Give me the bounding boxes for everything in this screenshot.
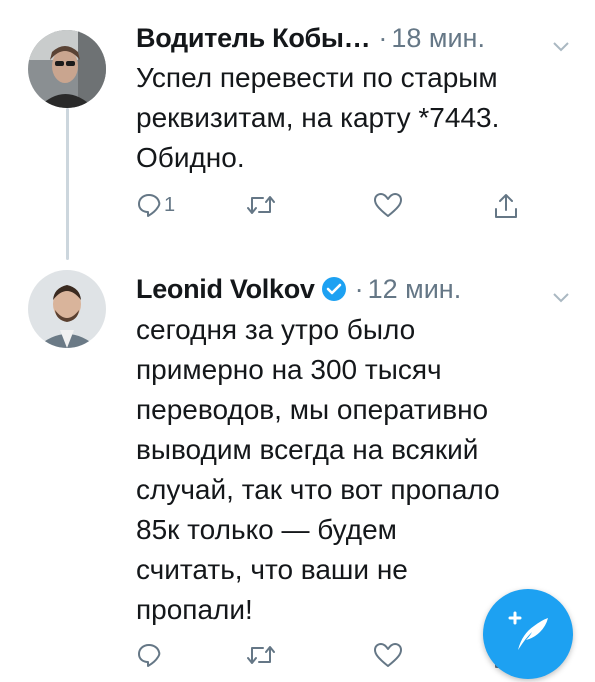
author-name[interactable]: Leonid Volkov bbox=[136, 274, 315, 305]
share-button[interactable] bbox=[493, 192, 519, 220]
separator-dot: · bbox=[354, 273, 364, 304]
tweet[interactable]: Водитель Кобы… · 18 мин. Успел перевести… bbox=[0, 0, 595, 260]
like-icon bbox=[373, 642, 403, 668]
chevron-down-icon[interactable] bbox=[553, 28, 569, 59]
chevron-down-icon[interactable] bbox=[553, 279, 569, 310]
verified-badge-icon bbox=[321, 276, 347, 302]
avatar[interactable] bbox=[28, 30, 106, 108]
compose-tweet-icon bbox=[504, 608, 552, 661]
tweet-text: сегодня за утро было примерно на 300 тыс… bbox=[136, 314, 500, 625]
like-icon bbox=[373, 192, 403, 218]
avatar[interactable] bbox=[28, 270, 106, 348]
timestamp[interactable]: 12 мин. bbox=[368, 274, 462, 305]
tweet-text: Успел перевести по старым реквизитам, на… bbox=[136, 62, 500, 173]
reply-icon bbox=[136, 642, 162, 668]
author-name[interactable]: Водитель Кобы… bbox=[136, 23, 371, 54]
reply-count: 1 bbox=[164, 193, 176, 216]
reply-icon bbox=[136, 192, 162, 218]
separator-dot: · bbox=[378, 22, 388, 53]
like-button[interactable] bbox=[373, 192, 403, 218]
retweet-button[interactable] bbox=[246, 192, 276, 218]
share-icon bbox=[493, 192, 519, 220]
retweet-icon bbox=[246, 192, 276, 218]
reply-button[interactable] bbox=[136, 642, 164, 668]
retweet-button[interactable] bbox=[246, 642, 276, 668]
retweet-icon bbox=[246, 642, 276, 668]
timestamp[interactable]: 18 мин. bbox=[391, 23, 485, 54]
compose-tweet-button[interactable] bbox=[483, 589, 573, 679]
like-button[interactable] bbox=[373, 642, 403, 668]
reply-button[interactable]: 1 bbox=[136, 192, 175, 218]
tweet-actions: 1 bbox=[136, 192, 536, 232]
tweet-actions bbox=[136, 642, 536, 682]
